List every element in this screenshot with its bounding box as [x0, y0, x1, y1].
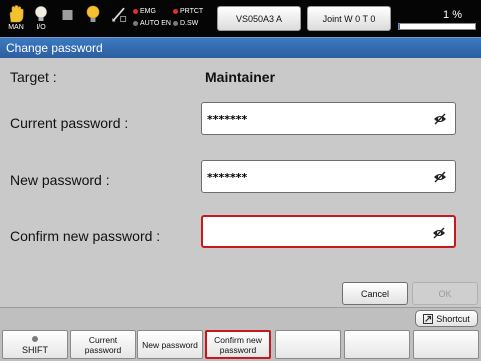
target-value: Maintainer	[205, 69, 276, 85]
fkey-shift[interactable]: SHIFT	[2, 330, 68, 359]
indicator-prtct: PRTCT	[173, 8, 203, 15]
fkey-6[interactable]	[344, 330, 410, 359]
shift-lamp-icon	[32, 336, 38, 342]
shortcut-button[interactable]: Shortcut	[415, 310, 478, 327]
io-bulb-icon[interactable]: I/O	[30, 4, 52, 33]
show-password-eye-icon[interactable]	[433, 112, 447, 126]
auto-en-lamp-icon	[133, 21, 138, 26]
current-password-field[interactable]	[201, 102, 456, 135]
speed-bar-fill	[399, 24, 400, 29]
status-indicators: EMG PRTCT AUTO EN D.SW	[133, 8, 223, 32]
current-password-input[interactable]	[207, 110, 417, 128]
page-title: Change password	[6, 41, 103, 55]
fkey-shift-label: SHIFT	[22, 345, 48, 355]
shortcut-label: Shortcut	[436, 313, 470, 324]
indicator-auto-en: AUTO EN	[133, 20, 171, 27]
show-password-eye-icon[interactable]	[432, 226, 446, 240]
show-password-eye-icon[interactable]	[433, 170, 447, 184]
target-label: Target :	[10, 69, 57, 85]
current-password-label: Current password :	[10, 115, 129, 131]
fkey-new-password[interactable]: New password	[137, 330, 203, 359]
pen-gauge-icon[interactable]	[108, 4, 130, 33]
hand-icon[interactable]: MAN	[5, 4, 27, 33]
window-title-bar: Change password	[0, 37, 481, 58]
hand-icon-caption: MAN	[8, 24, 24, 31]
new-password-field[interactable]	[201, 160, 456, 193]
fkey-7[interactable]	[413, 330, 479, 359]
stop-square-icon[interactable]	[57, 4, 79, 33]
indicator-auto-en-label: AUTO EN	[140, 20, 171, 27]
prtct-lamp-icon	[173, 9, 178, 14]
emg-lamp-icon	[133, 9, 138, 14]
dsw-lamp-icon	[173, 21, 178, 26]
fkey-current-password[interactable]: Current password	[70, 330, 136, 359]
io-bulb-caption: I/O	[36, 24, 46, 31]
new-password-label: New password :	[10, 172, 110, 188]
indicator-dsw-label: D.SW	[180, 20, 199, 27]
speed-percent: 1 %	[443, 9, 462, 21]
indicator-prtct-label: PRTCT	[180, 8, 204, 15]
shortcut-icon	[423, 313, 434, 324]
confirm-password-label: Confirm new password :	[10, 228, 161, 244]
robot-selector-button[interactable]: VS050A3 A	[217, 6, 301, 31]
ok-button[interactable]: OK	[412, 282, 478, 305]
speed-bar	[398, 23, 476, 30]
cancel-button[interactable]: Cancel	[342, 282, 408, 305]
fkey-5[interactable]	[275, 330, 341, 359]
new-password-input[interactable]	[207, 168, 417, 186]
confirm-password-field[interactable]	[201, 215, 456, 248]
confirm-password-input[interactable]	[208, 224, 418, 242]
indicator-dsw: D.SW	[173, 20, 198, 27]
screen: MAN I/O EMG PRTCT AUTO EN D.SW VS050A3 A…	[0, 0, 481, 361]
lamp-icon[interactable]	[82, 4, 104, 33]
coordinate-mode-button[interactable]: Joint W 0 T 0	[307, 6, 391, 31]
indicator-emg: EMG	[133, 8, 156, 15]
indicator-emg-label: EMG	[140, 8, 156, 15]
top-status-bar: MAN I/O EMG PRTCT AUTO EN D.SW VS050A3 A…	[0, 0, 481, 37]
fkey-confirm-new-password[interactable]: Confirm new password	[205, 330, 271, 359]
speed-override[interactable]: 1 %	[396, 7, 476, 31]
